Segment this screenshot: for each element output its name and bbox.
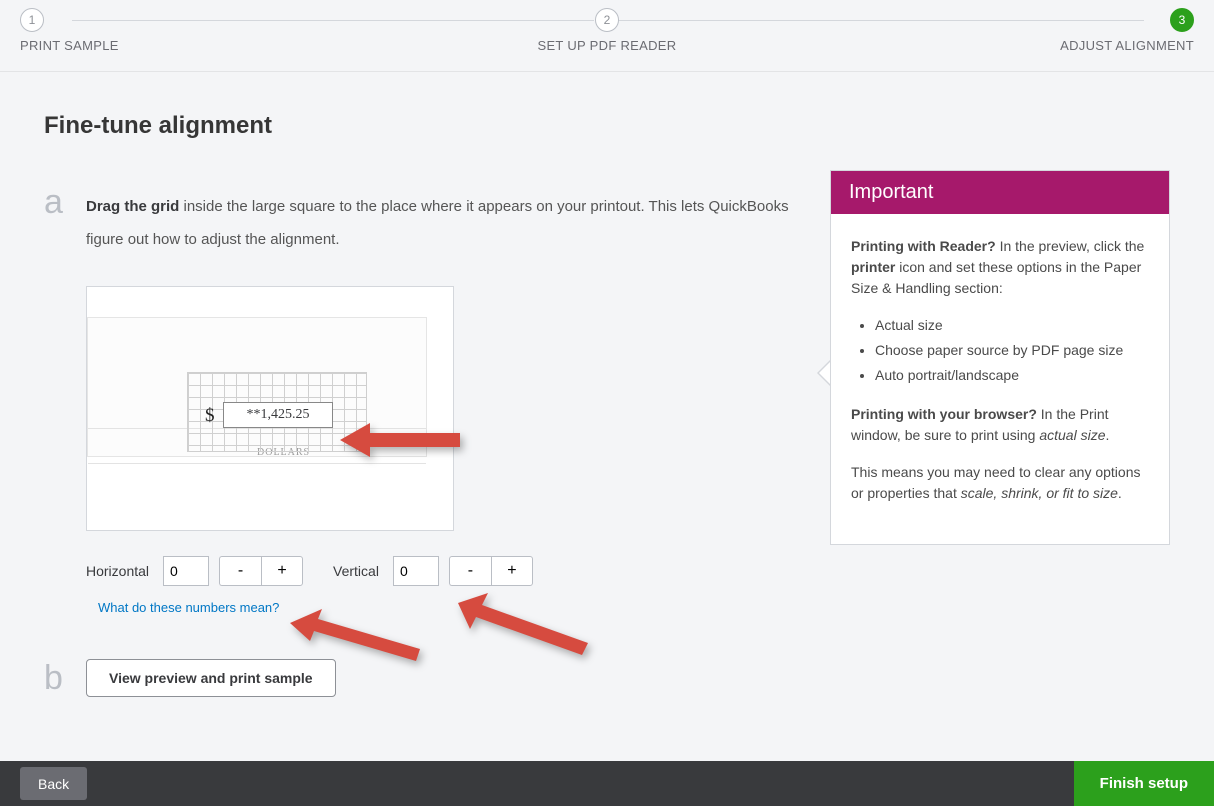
section-a-rest: inside the large square to the place whe… [86, 198, 789, 248]
section-a-text: Drag the grid inside the large square to… [86, 190, 804, 256]
dollar-symbol: $ [205, 405, 215, 427]
scale-shrink-em: scale, shrink, or fit to size [961, 485, 1118, 501]
list-item: Actual size [875, 315, 1149, 336]
reader-text-2: icon and set these options in the Paper … [851, 259, 1141, 296]
vertical-input[interactable] [393, 556, 439, 586]
back-button[interactable]: Back [20, 767, 87, 800]
important-panel-wrap: Important Printing with Reader? In the p… [830, 170, 1170, 697]
section-b: b View preview and print sample [44, 659, 804, 697]
step-set-up-pdf[interactable]: 2 SET UP PDF READER [411, 8, 802, 53]
section-a: a Drag the grid inside the large square … [44, 190, 804, 256]
horizontal-label: Horizontal [86, 563, 149, 579]
horizontal-minus-button[interactable]: - [219, 556, 261, 586]
section-letter-b: b [44, 661, 86, 695]
step-label: ADJUST ALIGNMENT [1060, 38, 1194, 53]
wizard-stepper: 1 PRINT SAMPLE 2 SET UP PDF READER 3 ADJ… [0, 0, 1214, 72]
finish-setup-button[interactable]: Finish setup [1074, 761, 1214, 806]
page-title: Fine-tune alignment [44, 112, 804, 140]
view-preview-print-button[interactable]: View preview and print sample [86, 659, 336, 697]
list-item: Choose paper source by PDF page size [875, 340, 1149, 361]
vertical-plus-button[interactable]: + [491, 556, 533, 586]
horizontal-plus-button[interactable]: + [261, 556, 303, 586]
amount-box: **1,425.25 [223, 402, 333, 428]
numbers-help-link[interactable]: What do these numbers mean? [98, 600, 804, 615]
step-adjust-alignment[interactable]: 3 ADJUST ALIGNMENT [803, 8, 1194, 53]
section-letter-a: a [44, 185, 86, 219]
list-item: Auto portrait/landscape [875, 365, 1149, 386]
alignment-controls: Horizontal -+ Vertical -+ [86, 556, 804, 586]
actual-size-em: actual size [1039, 427, 1105, 443]
step-print-sample[interactable]: 1 PRINT SAMPLE [20, 8, 411, 53]
panel-caret-icon [817, 360, 830, 386]
browser-text-2: . [1106, 427, 1110, 443]
alignment-preview-area: DOLLARS $ **1,425.25 [86, 286, 454, 531]
reader-text-1: In the preview, click the [996, 238, 1145, 254]
browser-heading: Printing with your browser? [851, 406, 1037, 422]
step-label: PRINT SAMPLE [20, 38, 119, 53]
drag-grid-bold: Drag the grid [86, 198, 179, 215]
vertical-label: Vertical [333, 563, 379, 579]
printer-word: printer [851, 259, 895, 275]
vertical-minus-button[interactable]: - [449, 556, 491, 586]
step-number: 3 [1170, 8, 1194, 32]
p3-end: . [1118, 485, 1122, 501]
important-panel-body: Printing with Reader? In the preview, cl… [831, 214, 1169, 544]
step-number: 1 [20, 8, 44, 32]
important-panel: Important Printing with Reader? In the p… [830, 170, 1170, 545]
reader-heading: Printing with Reader? [851, 238, 996, 254]
step-label: SET UP PDF READER [537, 38, 676, 53]
step-number: 2 [595, 8, 619, 32]
wizard-footer: Back Finish setup [0, 761, 1214, 806]
reader-options-list: Actual size Choose paper source by PDF p… [875, 315, 1149, 386]
horizontal-input[interactable] [163, 556, 209, 586]
important-panel-title: Important [831, 171, 1169, 214]
